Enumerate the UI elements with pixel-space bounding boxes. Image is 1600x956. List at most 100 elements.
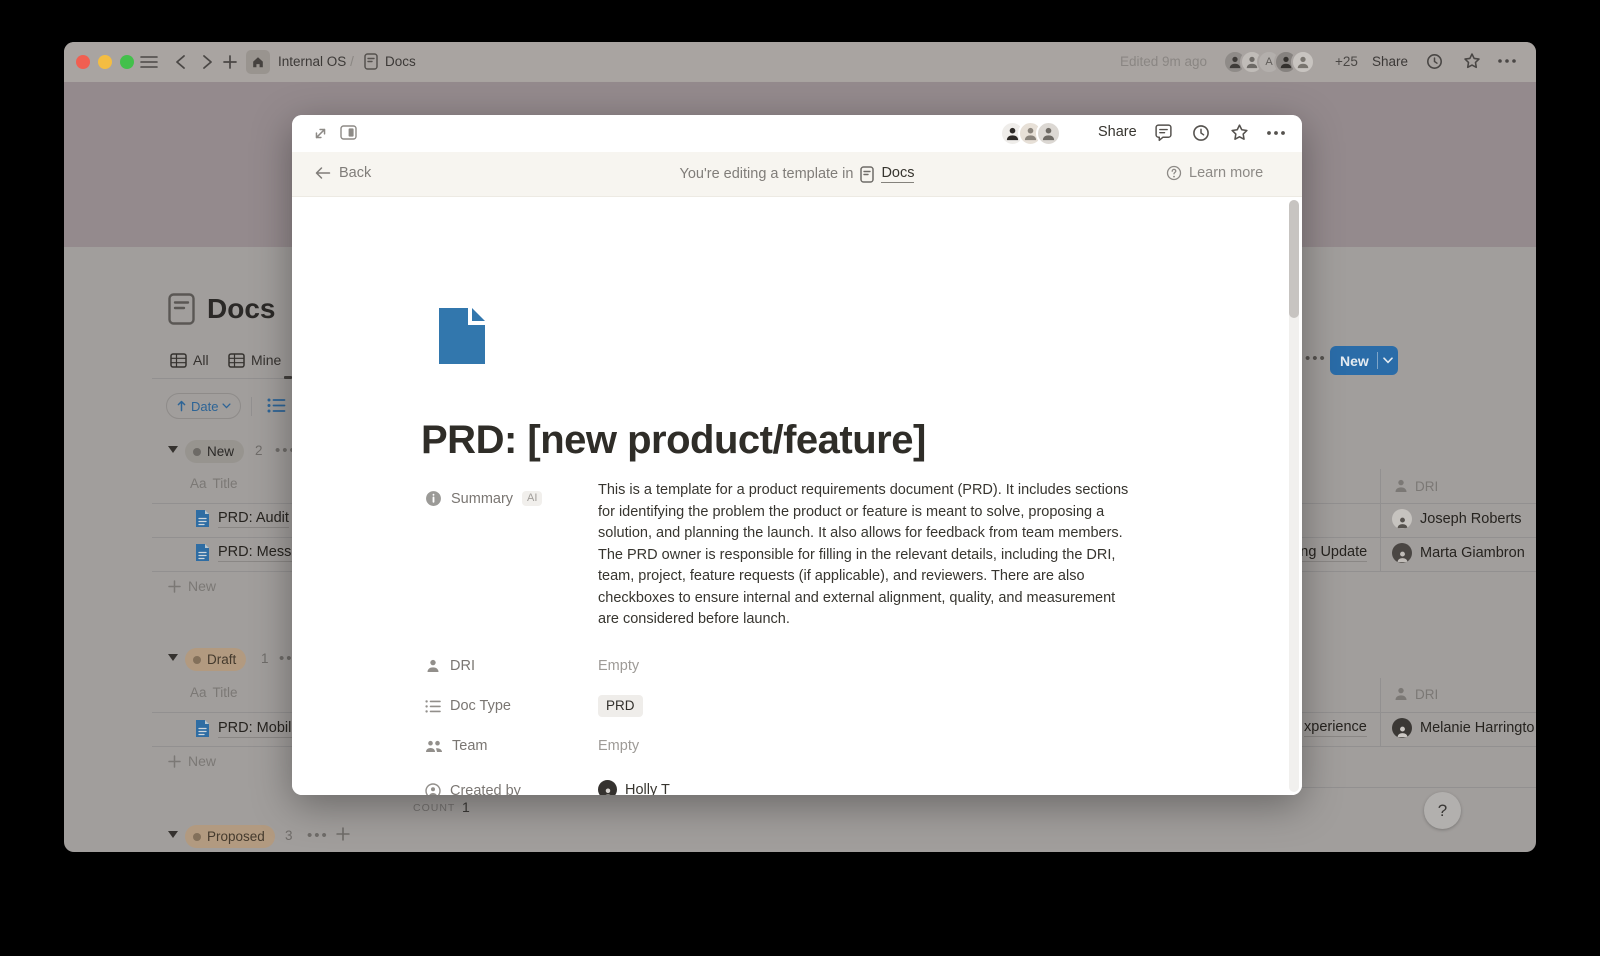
expand-icon[interactable] [312,125,329,142]
property-dri[interactable]: DRI [425,658,475,674]
property-summary[interactable]: Summary AI [425,490,542,507]
avatar [1291,50,1315,74]
new-entry-button[interactable]: New [1330,346,1398,375]
tab-all[interactable]: All [170,352,209,368]
avatar [1392,543,1412,563]
minimize-traffic-light[interactable] [98,55,112,69]
doc-row-title-fragment[interactable]: xperience [1304,719,1367,737]
history-clock-icon[interactable] [1192,124,1210,142]
zoom-traffic-light[interactable] [120,55,134,69]
add-new-row-button[interactable]: New [168,753,216,769]
footer-count-value: 1 [462,799,470,815]
group-pill-proposed[interactable]: Proposed [185,825,275,848]
sort-date-pill[interactable]: Date [166,393,241,419]
ai-badge: AI [522,491,542,506]
group-count: 3 [285,828,293,843]
doc-page-icon [195,509,210,533]
dri-value[interactable]: Empty [598,658,639,674]
add-new-row-button[interactable]: New [168,578,216,594]
template-title[interactable]: PRD: [new product/feature] [421,418,926,463]
list-view-icon[interactable] [267,397,286,419]
modal-scrollbar-thumb[interactable] [1289,200,1299,318]
avatar [1392,718,1412,738]
docs-title-icon [168,293,195,330]
back-nav-icon[interactable] [174,54,188,70]
modal-content: PRD: [new product/feature] Summary AI Th… [292,197,1302,795]
dri-person-name[interactable]: Joseph Roberts [1420,511,1522,527]
modal-share-button[interactable]: Share [1098,124,1137,140]
home-icon[interactable] [246,50,270,74]
doc-page-icon [195,543,210,567]
docs-page-icon [364,53,378,70]
column-header-dri[interactable]: DRI [1393,686,1438,702]
avatar [1392,509,1412,529]
dri-person-name[interactable]: Marta Giambron [1420,545,1525,561]
favorite-star-icon[interactable] [1230,123,1249,142]
presence-avatars[interactable]: A [1223,50,1315,74]
help-button[interactable]: ? [1424,792,1461,829]
group-collapse-toggle[interactable] [168,831,178,838]
person-icon [425,658,441,674]
modal-presence-avatars[interactable] [1000,121,1061,146]
share-button[interactable]: Share [1372,54,1408,69]
people-icon [425,739,443,754]
createdby-value[interactable]: Holly T [598,780,670,795]
column-header-title[interactable]: AaTitle [190,685,238,700]
learn-more-link[interactable]: Learn more [1166,165,1263,181]
info-icon [425,490,442,507]
breadcrumb-workspace[interactable]: Internal OS / [278,54,354,69]
more-options-icon[interactable] [1266,130,1286,136]
favorite-star-icon[interactable] [1463,52,1481,70]
doc-row-title[interactable]: PRD: Messa [218,544,299,562]
notion-window: Internal OS / Docs Edited 9m ago A +25 S… [64,42,1536,852]
doctype-tag[interactable]: PRD [598,695,643,717]
banner-target-link[interactable]: Docs [881,165,914,183]
close-traffic-light[interactable] [76,55,90,69]
group-add-icon[interactable] [336,827,350,846]
edited-timestamp: Edited 9m ago [1120,54,1207,69]
comments-icon[interactable] [1154,124,1173,142]
more-options-icon[interactable] [1497,58,1517,64]
property-createdby[interactable]: Created by [425,783,521,795]
column-header-title[interactable]: AaTitle [190,476,238,491]
view-more-icon[interactable]: ••• [1305,354,1327,364]
template-page-icon[interactable] [437,308,487,369]
template-editor-modal: Share Back You're editing a template in [292,115,1302,795]
doc-row-title[interactable]: PRD: Audit [218,510,289,528]
forward-nav-icon[interactable] [200,54,214,70]
modal-scrollbar-track[interactable] [1289,200,1299,792]
footer-count-label[interactable]: COUNT [413,802,455,814]
presence-overflow-count[interactable]: +25 [1335,54,1358,69]
dri-person-name[interactable]: Melanie Harringto [1420,720,1534,736]
template-banner: Back You're editing a template in Docs L… [292,152,1302,197]
group-count: 2 [255,443,263,458]
avatar [598,780,617,795]
property-team[interactable]: Team [425,738,487,754]
doc-page-icon [195,719,210,743]
sidebar-menu-icon[interactable] [140,54,158,70]
doc-row-title[interactable]: PRD: Mobile [218,720,299,738]
side-peek-icon[interactable] [340,125,357,140]
summary-value[interactable]: This is a template for a product require… [598,480,1138,631]
window-toolbar: Internal OS / Docs Edited 9m ago A +25 S… [64,42,1536,82]
team-value[interactable]: Empty [598,738,639,754]
property-doctype[interactable]: Doc Type [425,698,511,714]
group-collapse-toggle[interactable] [168,654,178,661]
updates-clock-icon[interactable] [1426,53,1443,70]
breadcrumb-page[interactable]: Docs [385,54,416,69]
group-count: 1 [261,651,269,666]
group-pill-new[interactable]: New [185,440,244,463]
person-circle-icon [425,783,441,795]
active-tab-indicator [284,376,292,379]
list-icon [425,699,441,714]
modal-header: Share [292,115,1302,152]
tab-mine[interactable]: Mine [228,352,281,368]
avatar [1036,121,1061,146]
banner-message: You're editing a template in Docs [292,165,1302,183]
group-pill-draft[interactable]: Draft [185,648,246,671]
new-tab-icon[interactable] [222,54,238,70]
group-collapse-toggle[interactable] [168,446,178,453]
column-header-dri[interactable]: DRI [1393,478,1438,494]
page-title: Docs [207,293,275,325]
group-more-icon[interactable]: ••• [307,831,329,841]
